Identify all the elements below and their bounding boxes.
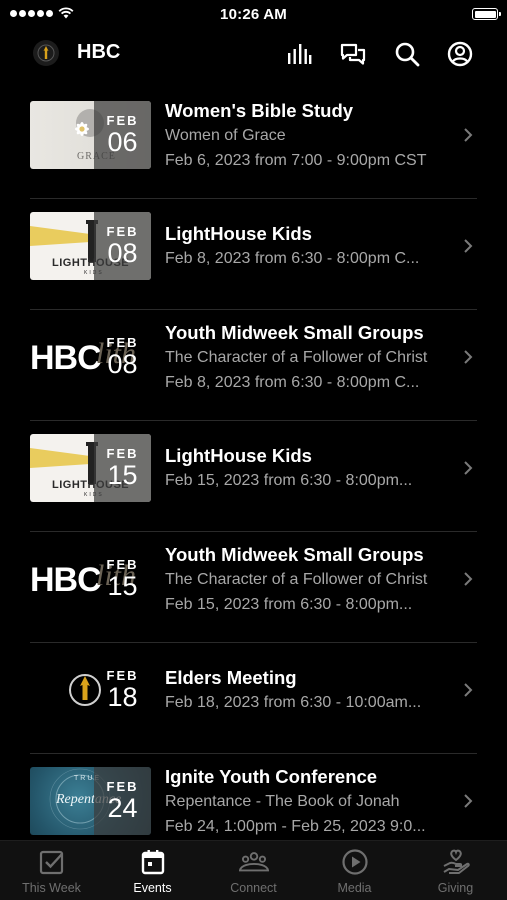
date-month: FEB (106, 668, 139, 683)
date-month: FEB (106, 113, 139, 128)
status-bar: 10:26 AM (0, 0, 507, 28)
event-text: Women's Bible Study Women of Grace Feb 6… (165, 99, 461, 173)
clock: 10:26 AM (220, 5, 287, 23)
tab-label: This Week (22, 881, 81, 895)
event-subtitle: Repentance - The Book of Jonah (165, 793, 400, 810)
event-text: Youth Midweek Small Groups The Character… (165, 543, 461, 617)
cell-signal-icon (10, 9, 53, 17)
signal-indicator (10, 7, 74, 19)
chat-bubbles-icon[interactable] (339, 40, 367, 68)
event-title: Ignite Youth Conference (165, 766, 378, 787)
event-thumbnail: GRACE FEB 06 (30, 101, 151, 169)
event-thumbnail: HBC lith FEB 08 (30, 323, 151, 391)
tab-giving[interactable]: Giving (405, 847, 506, 899)
event-subtitle: Women of Grace (165, 127, 286, 144)
people-icon (238, 847, 269, 877)
event-datetime: Feb 8, 2023 from 6:30 - 8:00pm C... (165, 250, 420, 267)
event-row[interactable]: GRACE FEB 06 Women's Bible Study Women o… (0, 88, 507, 199)
date-day: 15 (107, 460, 138, 490)
tab-label: Media (337, 881, 372, 895)
event-row[interactable]: FEB 18 Elders Meeting Feb 18, 2023 from … (0, 643, 507, 754)
event-text: LightHouse Kids Feb 8, 2023 from 6:30 - … (165, 222, 461, 271)
chevron-right-icon (464, 572, 473, 586)
date-day: 18 (107, 682, 138, 712)
date-month: FEB (106, 224, 139, 239)
event-datetime: Feb 18, 2023 from 6:30 - 10:00am... (165, 694, 422, 711)
event-subtitle: The Character of a Follower of Christ (165, 349, 428, 366)
date-day: 08 (107, 349, 138, 379)
event-title: LightHouse Kids (165, 445, 312, 466)
event-subtitle: The Character of a Follower of Christ (165, 571, 428, 588)
date-month: FEB (106, 779, 139, 794)
date-month: FEB (106, 446, 139, 461)
tab-events[interactable]: Events (102, 847, 203, 899)
app-title: HBC (77, 41, 121, 63)
chevron-right-icon (464, 350, 473, 364)
event-thumbnail: HBC lith FEB 15 (30, 545, 151, 613)
date-month: FEB (106, 557, 139, 572)
date-badge: FEB 18 (94, 656, 151, 724)
event-datetime: Feb 15, 2023 from 6:30 - 8:00pm... (165, 472, 413, 489)
event-datetime: Feb 15, 2023 from 6:30 - 8:00pm... (165, 596, 413, 613)
checkbox-icon (37, 847, 67, 877)
date-month: FEB (106, 335, 139, 350)
tab-connect[interactable]: Connect (203, 847, 304, 899)
events-list[interactable]: GRACE FEB 06 Women's Bible Study Women o… (0, 88, 507, 840)
profile-icon[interactable] (446, 40, 474, 68)
date-day: 24 (107, 793, 138, 823)
app-header: HBC (0, 30, 507, 76)
tab-label: Giving (437, 881, 474, 895)
event-title: Youth Midweek Small Groups (165, 322, 424, 343)
calendar-icon (138, 847, 168, 877)
event-art-text: HBC (30, 339, 102, 377)
giving-hand-icon (441, 847, 471, 877)
event-title: LightHouse Kids (165, 223, 312, 244)
play-icon (340, 847, 370, 877)
date-day: 06 (107, 127, 138, 157)
tab-label: Events (133, 881, 172, 895)
event-art-text: HBC (30, 561, 102, 599)
date-badge: FEB 15 (94, 434, 151, 502)
event-row[interactable]: LIGHTHOUSE KIDS FEB 15 LightHouse Kids F… (0, 421, 507, 532)
event-thumbnail: FEB 18 (30, 656, 151, 724)
event-datetime: Feb 24, 1:00pm - Feb 25, 2023 9:0... (165, 818, 426, 835)
date-badge: FEB 24 (94, 767, 151, 835)
event-text: Youth Midweek Small Groups The Character… (165, 321, 461, 395)
event-title: Elders Meeting (165, 667, 297, 688)
date-badge: FEB 08 (94, 323, 151, 391)
chevron-right-icon (464, 239, 473, 253)
chevron-right-icon (464, 683, 473, 697)
event-datetime: Feb 8, 2023 from 6:30 - 8:00pm C... (165, 374, 420, 391)
event-row[interactable]: HBC lith FEB 08 Youth Midweek Small Grou… (0, 310, 507, 421)
tab-bar: This Week Events Connect Media Giving (0, 840, 507, 900)
event-row[interactable]: LIGHTHOUSE KIDS FEB 08 LightHouse Kids F… (0, 199, 507, 310)
event-row[interactable]: HBC lith FEB 15 Youth Midweek Small Grou… (0, 532, 507, 643)
event-text: Elders Meeting Feb 18, 2023 from 6:30 - … (165, 666, 461, 715)
church-logo-icon[interactable] (33, 40, 59, 66)
event-datetime: Feb 6, 2023 from 7:00 - 9:00pm CST (165, 152, 427, 169)
event-thumbnail: TRUE Repentance FEB 24 (30, 767, 151, 835)
battery-icon (472, 8, 501, 20)
chevron-right-icon (464, 794, 473, 808)
date-badge: FEB 08 (94, 212, 151, 280)
tab-this-week[interactable]: This Week (1, 847, 102, 899)
event-title: Youth Midweek Small Groups (165, 544, 424, 565)
chevron-right-icon (464, 461, 473, 475)
audio-bars-icon[interactable] (285, 40, 313, 68)
date-day: 15 (107, 571, 138, 601)
event-title: Women's Bible Study (165, 100, 354, 121)
tab-media[interactable]: Media (304, 847, 405, 899)
tab-label: Connect (230, 881, 277, 895)
event-text: LightHouse Kids Feb 15, 2023 from 6:30 -… (165, 444, 461, 493)
event-thumbnail: LIGHTHOUSE KIDS FEB 08 (30, 212, 151, 280)
chevron-right-icon (464, 128, 473, 142)
date-day: 08 (107, 238, 138, 268)
date-badge: FEB 15 (94, 545, 151, 613)
event-row[interactable]: TRUE Repentance FEB 24 Ignite Youth Conf… (0, 754, 507, 840)
event-text: Ignite Youth Conference Repentance - The… (165, 765, 461, 839)
event-thumbnail: LIGHTHOUSE KIDS FEB 15 (30, 434, 151, 502)
date-badge: FEB 06 (94, 101, 151, 169)
wifi-icon (58, 7, 74, 19)
search-icon[interactable] (393, 40, 421, 68)
